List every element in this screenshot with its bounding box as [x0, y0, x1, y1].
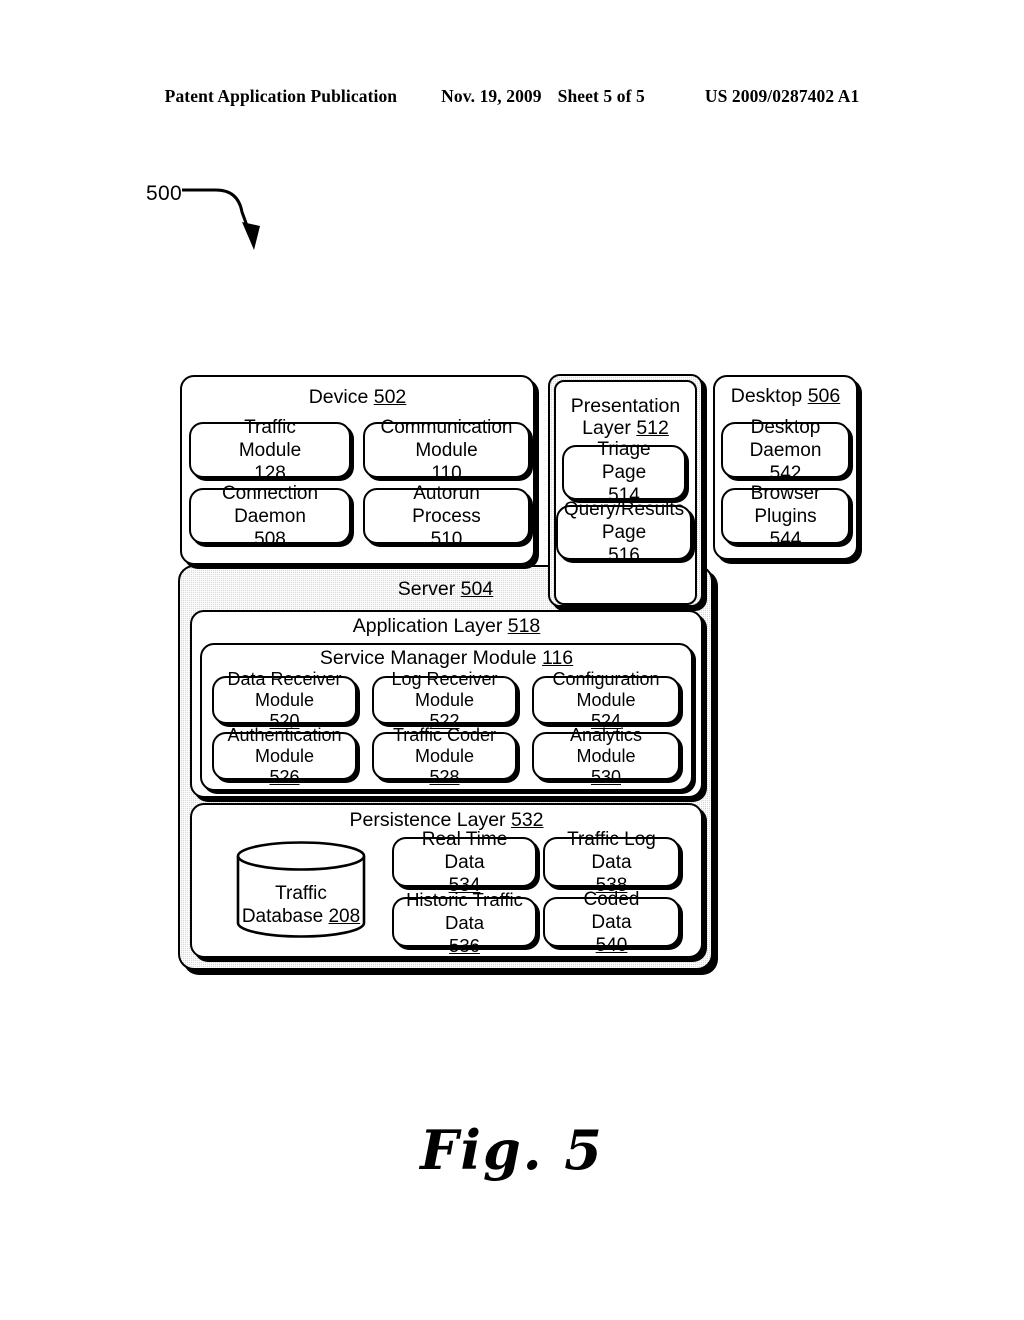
- connection-daemon-label: Connection Daemon 508: [221, 482, 319, 550]
- traffic-log-data-label: Traffic Log Data 538: [567, 828, 656, 896]
- presentation-layer-title: Presentation Layer 512: [570, 395, 681, 439]
- browser-plugins-label: Browser Plugins 544: [750, 482, 821, 550]
- historic-traffic-data-label: Historic Traffic Data 536: [406, 888, 523, 956]
- analytics-module-label: Analytics Module 530: [569, 724, 643, 787]
- desktop-title: Desktop 506: [730, 385, 841, 407]
- traffic-coder-module-label: Traffic Coder Module 528: [392, 724, 497, 787]
- query-results-page-label: Query/Results Page 516: [563, 499, 685, 566]
- configuration-module-label: Configuration Module 524: [552, 668, 660, 731]
- data-receiver-module-label: Data Receiver Module 520: [227, 668, 342, 731]
- triage-page-label: Triage Page 514: [597, 439, 651, 506]
- real-time-data-label: Real Time Data 534: [421, 828, 508, 896]
- traffic-database-label: Traffic Database 208: [241, 882, 361, 927]
- desktop-daemon-label: Desktop Daemon 542: [749, 416, 822, 484]
- application-layer-title: Application Layer 518: [352, 615, 541, 637]
- coded-data-label: Coded Data 540: [583, 888, 640, 956]
- log-receiver-module-label: Log Receiver Module 522: [391, 668, 498, 731]
- traffic-database-cylinder[interactable]: Traffic Database 208: [235, 840, 367, 939]
- authentication-module-label: Authentication Module 526: [227, 724, 342, 787]
- figure-caption: Fig. 5: [420, 1118, 604, 1182]
- communication-module-label: Communication Module 110: [380, 416, 513, 484]
- device-title: Device 502: [308, 386, 407, 408]
- autorun-process-label: Autorun Process 510: [412, 482, 481, 550]
- traffic-module-label: Traffic Module 128: [238, 416, 302, 484]
- service-manager-module-title: Service Manager Module 116: [319, 647, 574, 669]
